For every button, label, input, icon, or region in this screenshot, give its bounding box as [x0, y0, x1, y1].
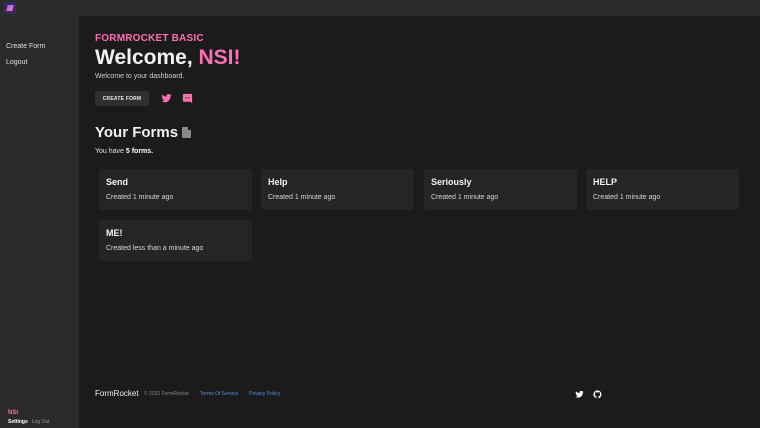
user-name: NSI [8, 410, 19, 416]
form-card-meta: Created less than a minute ago [106, 245, 204, 252]
logout-link[interactable]: Log Out [32, 419, 50, 425]
terms-of-service-link[interactable]: Terms Of Service [200, 391, 238, 397]
main-content: FORMROCKET BASIC Welcome, NSI! Welcome t… [79, 16, 760, 428]
formrocket-logo-icon[interactable] [4, 2, 16, 14]
form-card-title: HELP [593, 177, 618, 187]
form-card-title: ME! [106, 228, 123, 238]
sidebar-item-create-form[interactable]: Create Form [6, 43, 45, 50]
footer-copyright: © 2022 FormRocket [144, 391, 189, 397]
form-card-meta: Created 1 minute ago [106, 194, 174, 201]
your-forms-label: Your Forms [95, 124, 179, 141]
page-subtitle: Welcome to your dashboard. [95, 73, 185, 80]
sidebar-item-logout[interactable]: Logout [6, 59, 27, 66]
welcome-username: NSI! [198, 46, 241, 69]
plan-label: FORMROCKET BASIC [95, 33, 204, 44]
settings-link[interactable]: Settings [8, 419, 28, 425]
twitter-icon[interactable] [161, 93, 172, 104]
user-actions: Settings Log Out [8, 419, 50, 425]
section-title-your-forms: Your Forms [95, 124, 192, 141]
form-card-help[interactable]: Help Created 1 minute ago [261, 169, 414, 210]
sidebar: Create Form Logout NSI Settings Log Out [0, 16, 79, 428]
forms-count-prefix: You have [95, 148, 126, 155]
form-card-title: Help [268, 177, 288, 187]
form-card-title: Send [106, 177, 129, 187]
privacy-policy-link[interactable]: Privacy Policy [249, 391, 280, 397]
form-card-seriously[interactable]: Seriously Created 1 minute ago [424, 169, 577, 210]
form-card-help-upper[interactable]: HELP Created 1 minute ago [586, 169, 739, 210]
form-card-meta: Created 1 minute ago [268, 194, 336, 201]
twitter-icon[interactable] [575, 390, 584, 399]
welcome-prefix: Welcome, [95, 46, 199, 69]
top-bar [0, 0, 760, 16]
forms-count: You have 5 forms. [95, 148, 153, 155]
create-form-button[interactable]: CREATE FORM [95, 91, 149, 106]
form-card-meta: Created 1 minute ago [593, 194, 661, 201]
footer-brand: FormRocket [95, 389, 139, 398]
discord-icon[interactable] [182, 93, 193, 104]
form-card-title: Seriously [431, 177, 472, 187]
form-card-meta: Created 1 minute ago [431, 194, 499, 201]
form-card-send[interactable]: Send Created 1 minute ago [99, 169, 252, 210]
page-title: Welcome, NSI! [95, 46, 240, 70]
github-icon[interactable] [593, 390, 602, 399]
form-card-me[interactable]: ME! Created less than a minute ago [99, 220, 252, 261]
forms-count-value: 5 forms. [125, 148, 154, 155]
document-icon [182, 127, 192, 138]
